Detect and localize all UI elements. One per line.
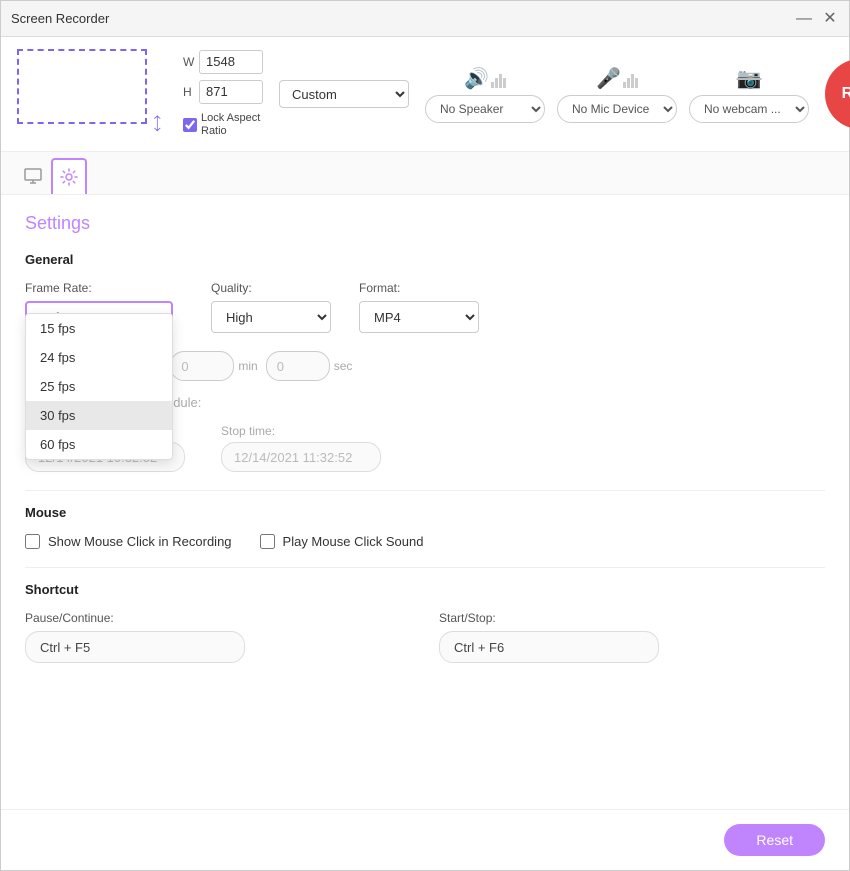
width-input[interactable] [199,50,263,74]
min-group: min [170,351,257,381]
frame-rate-group: Frame Rate: 15 fps 24 fps 25 fps 30 fps … [25,281,173,333]
quality-group: Quality: Low Medium High [211,281,331,333]
height-row: H [183,80,263,104]
speaker-icon-row: 🔊 [464,66,506,91]
start-stop-group: Start/Stop: [439,611,825,663]
pause-input[interactable] [25,631,245,663]
title-bar: Screen Recorder — ✕ [1,1,849,37]
sec-group: sec [266,351,353,381]
capture-area-preview: ⤡ [17,49,167,139]
start-stop-input[interactable] [439,631,659,663]
minimize-button[interactable]: — [795,10,813,28]
preset-panel: Custom 720p 1080p 4K [279,80,409,108]
play-sound-checkbox[interactable] [260,534,275,549]
play-sound-group: Play Mouse Click Sound [260,534,424,549]
webcam-icon-row: 📷 [737,66,762,91]
general-section-header: General [25,252,825,267]
play-sound-label: Play Mouse Click Sound [283,534,424,549]
top-bar: ⤡ W H Lock AspectRatio Custom 720p 1080p [1,37,849,152]
speaker-icon: 🔊 [464,66,489,91]
resize-handle-icon[interactable]: ⤡ [146,113,168,135]
tabs-bar [1,152,849,195]
capture-frame [17,49,147,124]
rec-button[interactable]: REC [825,59,850,129]
general-controls-row: Frame Rate: 15 fps 24 fps 25 fps 30 fps … [25,281,825,333]
mic-select[interactable]: No Mic Device [557,95,677,123]
mic-icon: 🎤 [596,66,621,91]
audio-devices: 🔊 No Speaker 🎤 [425,66,809,123]
pause-label: Pause/Continue: [25,611,411,625]
show-click-checkbox[interactable] [25,534,40,549]
frame-rate-label: Frame Rate: [25,281,173,295]
speaker-bars-icon [491,68,506,88]
close-button[interactable]: ✕ [821,10,839,28]
mouse-divider [25,490,825,491]
height-label: H [183,85,195,99]
webcam-select[interactable]: No webcam ... [689,95,809,123]
sec-input[interactable] [266,351,330,381]
fps-dropdown-list: 15 fps 24 fps 25 fps 30 fps 60 fps [25,313,173,460]
fps-dropdown-option-24[interactable]: 24 fps [26,343,172,372]
shortcut-row: Pause/Continue: Start/Stop: [25,611,825,663]
fps-dropdown-option-60[interactable]: 60 fps [26,430,172,459]
show-click-group: Show Mouse Click in Recording [25,534,232,549]
width-row: W [183,50,263,74]
mic-bars-icon [623,68,638,88]
format-label: Format: [359,281,479,295]
mouse-row: Show Mouse Click in Recording Play Mouse… [25,534,825,549]
start-stop-label: Start/Stop: [439,611,825,625]
fps-dropdown-option-30[interactable]: 30 fps [26,401,172,430]
mouse-section-header: Mouse [25,505,825,520]
settings-title: Settings [25,213,825,234]
tab-screen[interactable] [15,158,51,194]
main-window: Screen Recorder — ✕ ⤡ W H Lock AspectRat… [0,0,850,871]
reset-button[interactable]: Reset [724,824,825,856]
stop-time-label: Stop time: [221,424,381,438]
window-controls: — ✕ [795,10,839,28]
lock-aspect-checkbox[interactable] [183,118,197,132]
window-title: Screen Recorder [11,11,795,26]
min-input[interactable] [170,351,234,381]
speaker-device: 🔊 No Speaker [425,66,545,123]
shortcut-section-header: Shortcut [25,582,825,597]
min-unit: min [238,359,257,373]
bottom-bar: Reset [1,809,849,870]
quality-select[interactable]: Low Medium High [211,301,331,333]
quality-label: Quality: [211,281,331,295]
height-input[interactable] [199,80,263,104]
sec-unit: sec [334,359,353,373]
stop-time-group: Stop time: [221,424,381,472]
tab-settings[interactable] [51,158,87,194]
format-select[interactable]: MP4 AVI MOV MKV [359,301,479,333]
dimensions-panel: W H Lock AspectRatio [183,50,263,138]
pause-group: Pause/Continue: [25,611,411,663]
lock-aspect-label: Lock AspectRatio [201,112,260,138]
stop-time-input[interactable] [221,442,381,472]
lock-aspect-row: Lock AspectRatio [183,112,263,138]
fps-dropdown-option-15[interactable]: 15 fps [26,314,172,343]
width-label: W [183,55,195,69]
speaker-select[interactable]: No Speaker [425,95,545,123]
format-group: Format: MP4 AVI MOV MKV [359,281,479,333]
show-click-label: Show Mouse Click in Recording [48,534,232,549]
webcam-device: 📷 No webcam ... [689,66,809,123]
preset-select[interactable]: Custom 720p 1080p 4K [279,80,409,108]
mic-device: 🎤 No Mic Device [557,66,677,123]
mic-icon-row: 🎤 [596,66,638,91]
fps-dropdown-option-25[interactable]: 25 fps [26,372,172,401]
shortcut-divider [25,567,825,568]
settings-content: Settings General Frame Rate: 15 fps 24 f… [1,195,849,809]
webcam-icon: 📷 [737,66,762,91]
